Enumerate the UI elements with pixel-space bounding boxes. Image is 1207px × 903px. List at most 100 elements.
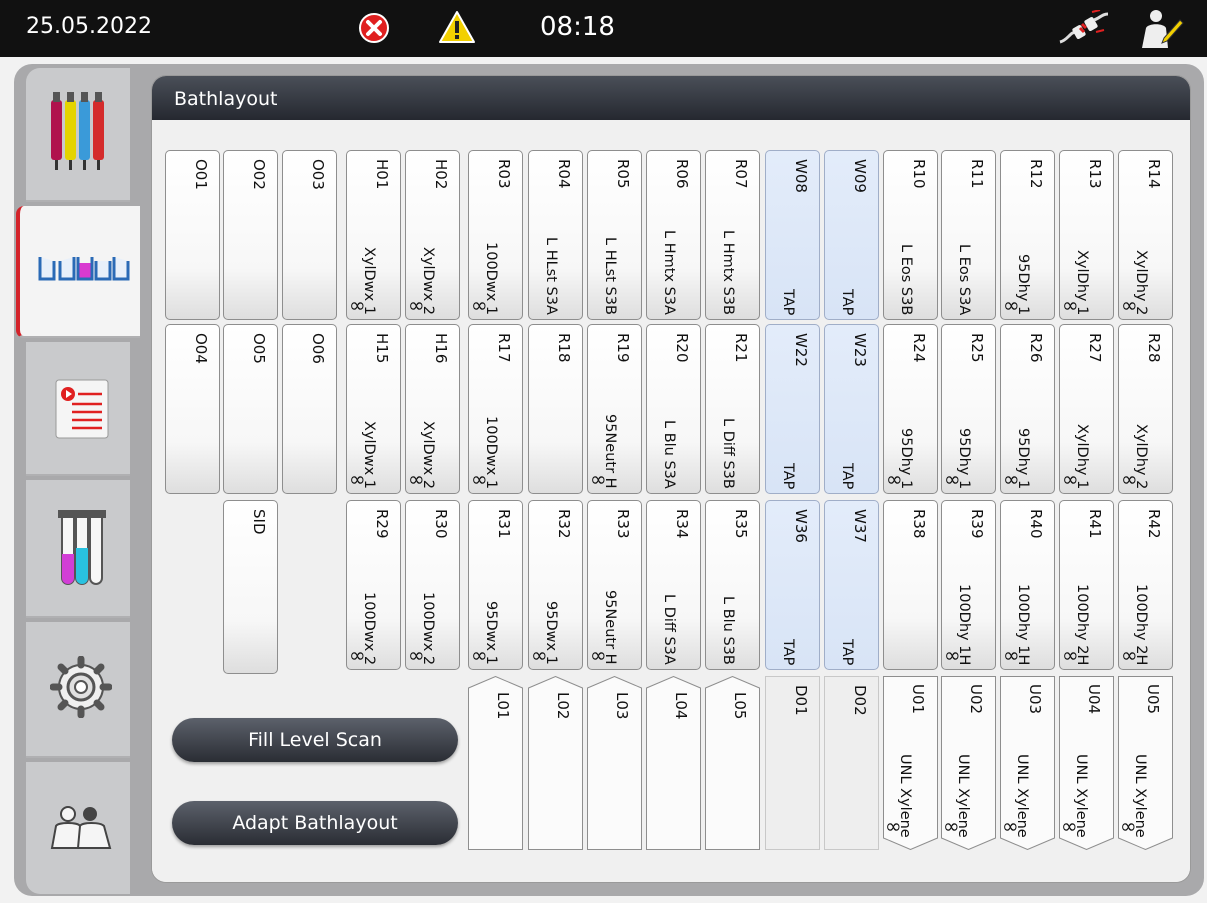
bath-station-r20[interactable]: R20 L Blu S3A <box>646 324 701 494</box>
bath-station-l01[interactable]: L01 <box>468 676 523 850</box>
station-id-label: R07 <box>732 159 750 189</box>
bath-station-sid[interactable]: SID <box>223 500 278 674</box>
infinity-icon: ∞ <box>349 293 366 317</box>
bath-station-r34[interactable]: R34 L Diff S3A <box>646 500 701 670</box>
error-icon[interactable] <box>358 12 390 44</box>
station-id-label: H15 <box>373 333 391 364</box>
disconnected-plug-icon[interactable] <box>1056 10 1110 48</box>
tab-settings[interactable] <box>26 622 130 758</box>
bath-station-h16[interactable]: H16 XylDwx 2 ∞ <box>405 324 460 494</box>
infinity-icon: ∞ <box>408 293 425 317</box>
tab-reagents[interactable] <box>26 68 130 202</box>
station-id-label: R14 <box>1145 159 1163 189</box>
bath-station-r07[interactable]: R07 L Hmtx S3B <box>705 150 760 320</box>
bath-station-r14[interactable]: R14 XylDhy 2 ∞ <box>1118 150 1173 320</box>
station-reagent-label: L HLst S3A <box>543 237 559 315</box>
bath-station-d02[interactable]: D02 <box>824 676 879 850</box>
bath-station-u02[interactable]: U02 UNL Xylene ∞ <box>941 676 996 850</box>
bath-station-l03[interactable]: L03 <box>587 676 642 850</box>
bath-station-o03[interactable]: O03 <box>282 150 337 320</box>
station-id-label: R31 <box>495 509 513 539</box>
station-id-label: R24 <box>910 333 928 363</box>
bath-station-h02[interactable]: H02 XylDwx 2 ∞ <box>405 150 460 320</box>
bath-station-o02[interactable]: O02 <box>223 150 278 320</box>
bath-station-r27[interactable]: R27 XylDhy 1 ∞ <box>1059 324 1114 494</box>
station-id-label: R30 <box>432 509 450 539</box>
fill-level-scan-button[interactable]: Fill Level Scan <box>172 718 458 762</box>
station-id-label: R32 <box>555 509 573 539</box>
bath-station-r35[interactable]: R35 L Blu S3B <box>705 500 760 670</box>
supervisor-user-icon[interactable] <box>1138 8 1184 50</box>
station-id-label: SID <box>250 509 268 535</box>
bath-station-u05[interactable]: U05 UNL Xylene ∞ <box>1118 676 1173 850</box>
bath-station-r28[interactable]: R28 XylDhy 2 ∞ <box>1118 324 1173 494</box>
station-id-label: U01 <box>909 684 927 715</box>
bath-station-w23[interactable]: W23 TAP <box>824 324 879 494</box>
tab-user-settings[interactable] <box>26 762 130 894</box>
bath-station-r18[interactable]: R18 <box>528 324 583 494</box>
bath-station-u03[interactable]: U03 UNL Xylene ∞ <box>1000 676 1055 850</box>
bath-station-r24[interactable]: R24 95Dhy 1 ∞ <box>883 324 938 494</box>
bath-station-r41[interactable]: R41 100Dhy 2H ∞ <box>1059 500 1114 670</box>
infinity-icon: ∞ <box>349 467 366 491</box>
bath-station-r26[interactable]: R26 95Dhy 1 ∞ <box>1000 324 1055 494</box>
bath-station-r31[interactable]: R31 95Dwx 1 ∞ <box>468 500 523 670</box>
bath-station-r29[interactable]: R29 100Dwx 2 ∞ <box>346 500 401 670</box>
bath-station-w09[interactable]: W09 TAP <box>824 150 879 320</box>
bath-station-l02[interactable]: L02 <box>528 676 583 850</box>
bath-station-w08[interactable]: W08 TAP <box>765 150 820 320</box>
station-id-label: W23 <box>851 333 869 367</box>
bath-station-r11[interactable]: R11 L Eos S3A <box>941 150 996 320</box>
bath-station-r04[interactable]: R04 L HLst S3A <box>528 150 583 320</box>
bath-station-r17[interactable]: R17 100Dwx 1 ∞ <box>468 324 523 494</box>
station-id-label: R27 <box>1086 333 1104 363</box>
tab-bathlayout[interactable] <box>16 206 140 338</box>
bath-station-w37[interactable]: W37 TAP <box>824 500 879 670</box>
page-title: Bathlayout <box>174 88 278 110</box>
station-id-label: O03 <box>309 159 327 190</box>
tab-programs[interactable] <box>26 342 130 476</box>
infinity-icon: ∞ <box>886 467 903 491</box>
station-id-label: U02 <box>967 684 985 715</box>
bath-station-r10[interactable]: R10 L Eos S3B <box>883 150 938 320</box>
bath-station-r25[interactable]: R25 95Dhy 1 ∞ <box>941 324 996 494</box>
bath-station-d01[interactable]: D01 <box>765 676 820 850</box>
bath-station-r21[interactable]: R21 L Diff S3B <box>705 324 760 494</box>
bath-station-l05[interactable]: L05 <box>705 676 760 850</box>
bath-station-r03[interactable]: R03 100Dwx 1 ∞ <box>468 150 523 320</box>
bath-station-o01[interactable]: O01 <box>165 150 220 320</box>
bath-station-r32[interactable]: R32 95Dwx 1 ∞ <box>528 500 583 670</box>
bath-station-r13[interactable]: R13 XylDhy 1 ∞ <box>1059 150 1114 320</box>
bath-station-r06[interactable]: R06 L Hmtx S3A <box>646 150 701 320</box>
bath-station-r42[interactable]: R42 100Dhy 2H ∞ <box>1118 500 1173 670</box>
bath-station-o04[interactable]: O04 <box>165 324 220 494</box>
bath-station-h15[interactable]: H15 XylDwx 1 ∞ <box>346 324 401 494</box>
bath-station-r30[interactable]: R30 100Dwx 2 ∞ <box>405 500 460 670</box>
station-id-label: O04 <box>192 333 210 364</box>
bath-station-r33[interactable]: R33 95Neutr H ∞ <box>587 500 642 670</box>
bath-station-r39[interactable]: R39 100Dhy 1H ∞ <box>941 500 996 670</box>
bath-station-r40[interactable]: R40 100Dhy 1H ∞ <box>1000 500 1055 670</box>
bath-station-h01[interactable]: H01 XylDwx 1 ∞ <box>346 150 401 320</box>
bath-station-r05[interactable]: R05 L HLst S3B <box>587 150 642 320</box>
bath-station-o05[interactable]: O05 <box>223 324 278 494</box>
bath-station-w22[interactable]: W22 TAP <box>765 324 820 494</box>
bath-station-r19[interactable]: R19 95Neutr H ∞ <box>587 324 642 494</box>
station-id-label: R29 <box>373 509 391 539</box>
bath-station-r38[interactable]: R38 <box>883 500 938 670</box>
station-reagent-label: TAP <box>839 463 855 490</box>
warning-icon[interactable] <box>438 10 476 44</box>
bath-station-l04[interactable]: L04 <box>646 676 701 850</box>
station-id-label: R13 <box>1086 159 1104 189</box>
bath-station-u01[interactable]: U01 UNL Xylene ∞ <box>883 676 938 850</box>
bath-station-w36[interactable]: W36 TAP <box>765 500 820 670</box>
station-id-label: R21 <box>732 333 750 363</box>
bath-station-r12[interactable]: R12 95Dhy 1 ∞ <box>1000 150 1055 320</box>
infinity-icon: ∞ <box>1062 643 1079 667</box>
bath-station-u04[interactable]: U04 UNL Xylene ∞ <box>1059 676 1114 850</box>
bath-station-o06[interactable]: O06 <box>282 324 337 494</box>
station-id-label: L01 <box>494 692 512 720</box>
tab-reagent-station[interactable] <box>26 480 130 618</box>
infinity-icon: ∞ <box>408 643 425 667</box>
adapt-bathlayout-button[interactable]: Adapt Bathlayout <box>172 801 458 845</box>
